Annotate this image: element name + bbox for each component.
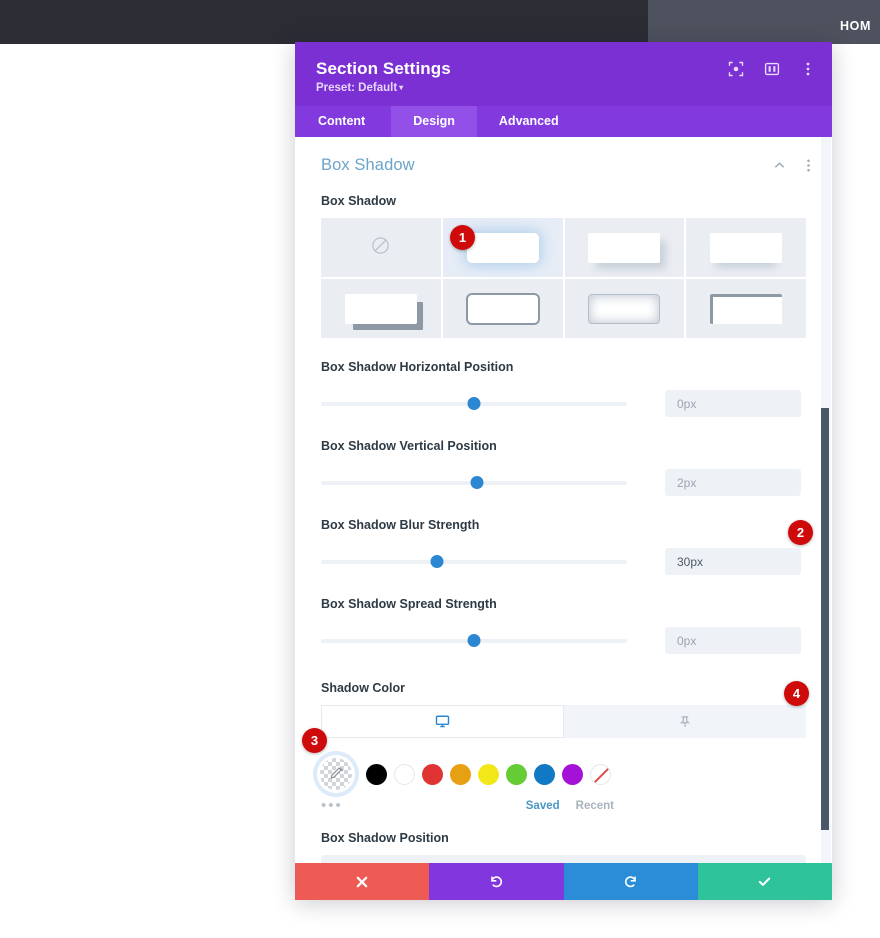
color-swatch-row — [295, 755, 832, 794]
swatch-blue[interactable] — [534, 763, 555, 785]
preset-soft-offset[interactable] — [564, 218, 685, 278]
tab-content[interactable]: Content — [295, 106, 391, 137]
undo-button[interactable] — [429, 863, 564, 900]
modal-header-icons — [728, 61, 816, 77]
nav-home-label[interactable]: HOM — [840, 19, 880, 33]
swatch-green[interactable] — [506, 763, 527, 785]
slider-track[interactable] — [321, 475, 627, 490]
swatch-yellow[interactable] — [478, 763, 499, 785]
slider-knob[interactable] — [430, 554, 444, 568]
close-icon — [355, 875, 369, 889]
slider-track[interactable] — [321, 633, 627, 648]
preset-soft-bottom[interactable] — [686, 218, 806, 278]
no-shadow-icon — [370, 235, 391, 261]
preset-hard-offset[interactable] — [321, 279, 441, 339]
slider-label: Box Shadow Vertical Position — [321, 439, 497, 454]
shadow-color-tabs — [321, 705, 806, 739]
preset-corner[interactable] — [686, 279, 806, 339]
chevron-down-icon: ▾ — [399, 83, 404, 93]
swatch-red[interactable] — [422, 763, 443, 785]
focus-icon[interactable] — [728, 61, 744, 77]
modal-footer — [295, 863, 832, 900]
box-shadow-position-block: Box Shadow Position Outer Shadow ▲▼ — [295, 831, 832, 863]
shadow-color-block: Shadow Color — [295, 681, 832, 739]
modal-header: Section Settings Preset: Default ▾ — [295, 42, 832, 107]
box-shadow-section-header: Box Shadow — [295, 137, 832, 175]
save-button[interactable] — [697, 863, 832, 900]
pin-icon — [678, 715, 692, 729]
eyedropper-button[interactable] — [317, 755, 355, 794]
slider-blur-strength: Box Shadow Blur Strength 30px — [295, 518, 832, 576]
scrollbar-track[interactable] — [821, 137, 831, 863]
redo-icon — [623, 874, 638, 889]
shadow-color-label: Shadow Color — [321, 681, 406, 696]
swatch-purple[interactable] — [562, 763, 583, 785]
page-topbar-right: HOM — [648, 0, 880, 44]
tab-advanced[interactable]: Advanced — [477, 106, 581, 137]
swatch-transparent[interactable] — [590, 763, 611, 785]
preset-label: Preset: Default — [316, 82, 398, 95]
slider-knob[interactable] — [470, 475, 484, 489]
section-more-vertical-icon[interactable] — [801, 158, 816, 173]
box-shadow-field-label: Box Shadow — [321, 194, 397, 209]
value-input[interactable]: 0px — [665, 627, 801, 655]
eyedropper-icon — [320, 758, 352, 791]
callout-badge-3: 3 — [302, 728, 327, 753]
check-icon — [757, 874, 772, 889]
chevron-up-icon[interactable] — [772, 158, 787, 173]
swatch-black[interactable] — [366, 763, 387, 785]
slider-label: Box Shadow Blur Strength — [321, 518, 480, 533]
swatch-orange[interactable] — [450, 763, 471, 785]
position-label: Box Shadow Position — [321, 831, 449, 846]
callout-badge-4: 4 — [784, 681, 809, 706]
modal-tabs: Content Design Advanced — [295, 106, 832, 138]
page-topbar-left — [0, 0, 648, 44]
swatch-footer: ••• Saved Recent — [295, 798, 832, 813]
preset-selector[interactable]: Preset: Default ▾ — [316, 82, 812, 94]
slider-label: Box Shadow Horizontal Position — [321, 360, 514, 375]
recent-tab[interactable]: Recent — [576, 800, 614, 812]
value-input[interactable]: 2px — [665, 469, 801, 497]
preset-outline[interactable] — [442, 279, 563, 339]
callout-badge-2: 2 — [788, 520, 813, 545]
more-vertical-icon[interactable] — [800, 61, 816, 77]
desktop-icon — [435, 714, 450, 729]
desktop-tab[interactable] — [321, 705, 564, 739]
slider-horizontal-position: Box Shadow Horizontal Position 0px — [295, 360, 832, 418]
position-select[interactable]: Outer Shadow ▲▼ — [321, 855, 806, 863]
slider-knob[interactable] — [467, 633, 481, 647]
scrollbar-thumb[interactable] — [821, 408, 829, 831]
slider-track[interactable] — [321, 554, 627, 569]
preset-none[interactable] — [321, 218, 441, 278]
slider-label: Box Shadow Spread Strength — [321, 597, 497, 612]
preset-inner[interactable] — [564, 279, 685, 339]
more-colors-button[interactable]: ••• — [321, 798, 343, 813]
section-settings-modal: Section Settings Preset: Default ▾ Conte… — [295, 42, 832, 900]
redo-button[interactable] — [563, 863, 698, 900]
box-shadow-preset-grid — [295, 218, 832, 339]
slider-track[interactable] — [321, 396, 627, 411]
cancel-button[interactable] — [295, 863, 430, 900]
tab-design[interactable]: Design — [391, 106, 477, 138]
screen-root: HOM Section Settings Preset: Default ▾ C… — [0, 0, 880, 938]
undo-icon — [489, 874, 504, 889]
swatch-white[interactable] — [394, 763, 415, 785]
pin-tab[interactable] — [563, 705, 806, 739]
slider-vertical-position: Box Shadow Vertical Position 2px — [295, 439, 832, 497]
saved-tab[interactable]: Saved — [526, 800, 560, 812]
select-arrows-icon: ▲▼ — [786, 862, 795, 863]
settings-scroll-area: Box Shadow Box Shadow Box Shadow Horizon… — [295, 137, 832, 863]
slider-knob[interactable] — [467, 396, 481, 410]
value-input[interactable]: 0px — [665, 390, 801, 418]
modal-body: Box Shadow Box Shadow Box Shadow Horizon… — [295, 137, 832, 863]
value-input[interactable]: 30px — [665, 548, 801, 576]
split-view-icon[interactable] — [764, 61, 780, 77]
section-title: Box Shadow — [321, 156, 415, 175]
slider-spread-strength: Box Shadow Spread Strength 0px — [295, 597, 832, 655]
callout-badge-1: 1 — [450, 225, 475, 250]
